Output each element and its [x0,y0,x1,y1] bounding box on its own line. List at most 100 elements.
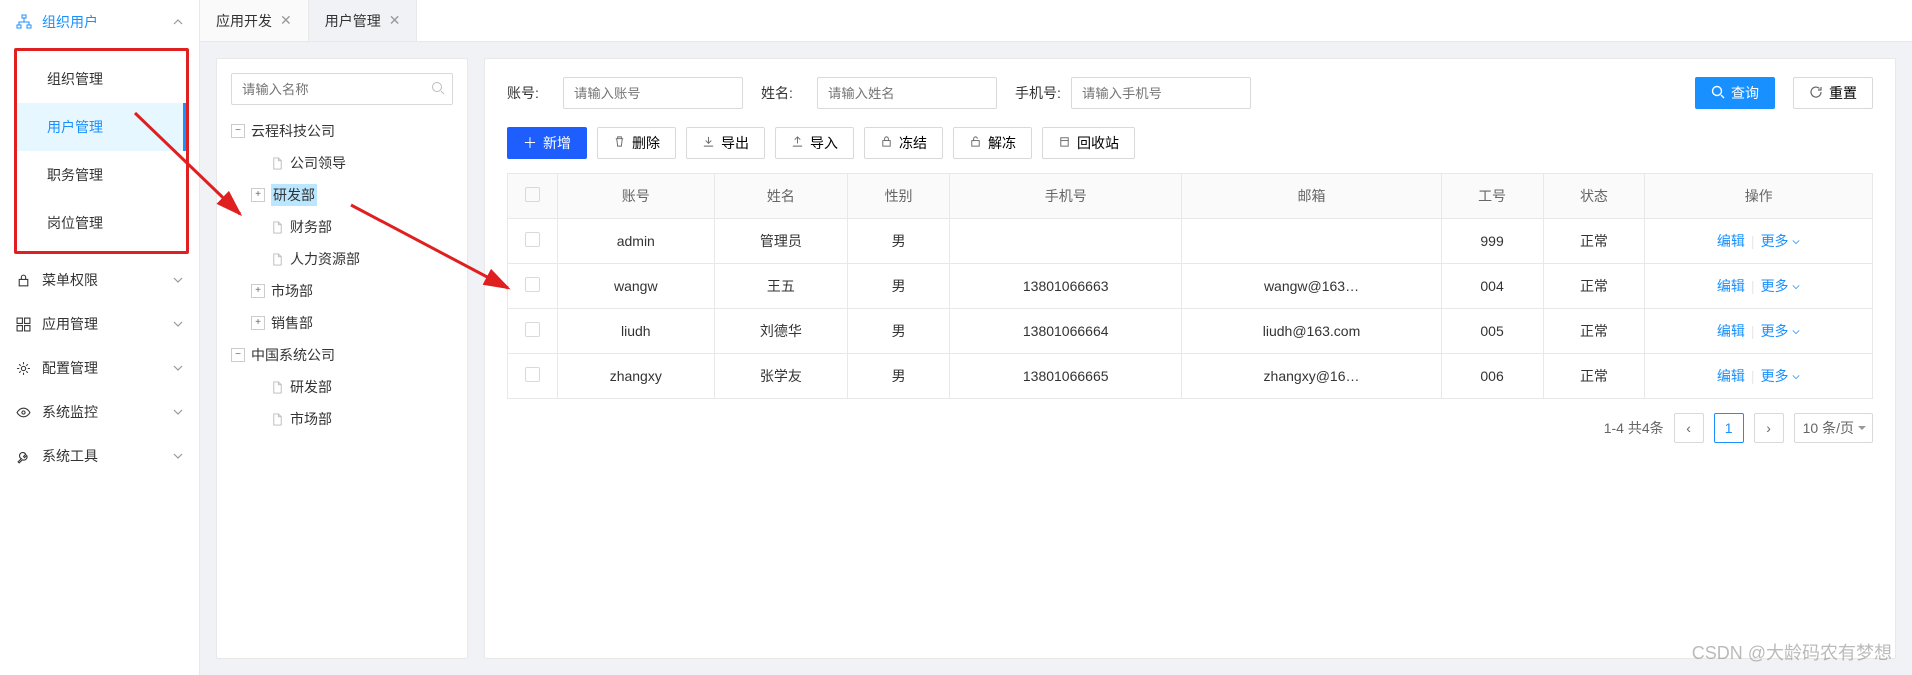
export-button[interactable]: 导出 [686,127,765,159]
filter-bar: 账号: 姓名: 手机号: 查询 [507,77,1873,109]
chevron-down-icon [173,404,183,420]
tree-node[interactable]: 公司领导 [251,147,453,179]
close-icon[interactable]: ✕ [389,12,401,29]
more-link[interactable]: 更多 [1761,278,1801,294]
filter-input-name[interactable] [817,77,997,109]
org-tree-panel: − 云程科技公司 公司领导+研发部财务部人力资源部+市场部+销售部 − 中国系统… [216,58,468,659]
user-list-panel: 账号: 姓名: 手机号: 查询 [484,58,1896,659]
chevron-down-icon [173,448,183,464]
sidebar-item-系统工具[interactable]: 系统工具 [0,434,199,478]
recycle-button[interactable]: 回收站 [1042,127,1135,159]
filter-label-account: 账号: [507,83,555,103]
table-row: liudh刘德华男13801066664liudh@163.com005正常编辑… [508,309,1873,354]
lock-icon [880,135,893,151]
org-icon [16,14,32,30]
page-number-button[interactable]: 1 [1714,413,1744,443]
edit-link[interactable]: 编辑 [1717,278,1745,294]
checkbox-all[interactable] [525,187,540,202]
user-table: 账号姓名性别手机号邮箱工号状态操作 admin管理员男999正常编辑|更多 wa… [507,173,1873,399]
tree-node-company1[interactable]: − 云程科技公司 [231,115,453,147]
filter-input-phone[interactable] [1071,77,1251,109]
menu-group-label: 组织用户 [42,12,98,32]
recycle-icon [1058,135,1071,151]
chevron-up-icon [173,14,183,30]
freeze-button[interactable]: 冻结 [864,127,943,159]
grid-icon [16,317,32,332]
edit-link[interactable]: 编辑 [1717,233,1745,249]
sidebar-item-position-mgmt[interactable]: 职务管理 [17,151,186,199]
chevron-down-icon [173,272,183,288]
sidebar-item-应用管理[interactable]: 应用管理 [0,302,199,346]
sidebar-item-系统监控[interactable]: 系统监控 [0,390,199,434]
table-header: 工号 [1441,174,1543,219]
tree-node[interactable]: +销售部 [251,307,453,339]
tree-node[interactable]: 人力资源部 [251,243,453,275]
search-button[interactable]: 查询 [1695,77,1775,109]
table-header: 账号 [558,174,715,219]
table-row: wangw王五男13801066663wangw@163…004正常编辑|更多 [508,264,1873,309]
sidebar-item-user-mgmt[interactable]: 用户管理 [17,103,186,151]
tree-search-input[interactable] [231,73,453,105]
file-icon [271,157,284,170]
expand-icon[interactable]: + [251,188,265,202]
expand-icon[interactable]: + [251,284,265,298]
table-row: admin管理员男999正常编辑|更多 [508,219,1873,264]
tree-node[interactable]: +市场部 [251,275,453,307]
page-size-select[interactable]: 10 条/页 [1794,413,1873,443]
sidebar-item-post-mgmt[interactable]: 岗位管理 [17,199,186,247]
file-icon [271,413,284,426]
collapse-icon[interactable]: − [231,348,245,362]
filter-input-account[interactable] [563,77,743,109]
eye-icon [16,405,32,420]
row-checkbox[interactable] [525,277,540,292]
expand-icon[interactable]: + [251,316,265,330]
more-link[interactable]: 更多 [1761,233,1801,249]
prev-page-button[interactable]: ‹ [1674,413,1704,443]
pagination: 1-4 共4条 ‹ 1 › 10 条/页 [507,413,1873,443]
upload-icon [791,135,804,151]
collapse-icon[interactable]: − [231,124,245,138]
tab-label: 应用开发 [216,11,272,31]
tree-node[interactable]: 研发部 [251,371,453,403]
main-area: 应用开发 ✕ 用户管理 ✕ − 云程科技公司 [200,0,1912,675]
tree-node-company2[interactable]: − 中国系统公司 [231,339,453,371]
table-row: zhangxy张学友男13801066665zhangxy@16…006正常编辑… [508,354,1873,399]
more-link[interactable]: 更多 [1761,368,1801,384]
table-header: 邮箱 [1182,174,1441,219]
table-header: 手机号 [950,174,1182,219]
import-button[interactable]: 导入 [775,127,854,159]
submenu-highlight-box: 组织管理 用户管理 职务管理 岗位管理 [14,48,189,254]
row-checkbox[interactable] [525,232,540,247]
tab-user-mgmt[interactable]: 用户管理 ✕ [309,0,418,41]
unfreeze-button[interactable]: 解冻 [953,127,1032,159]
close-icon[interactable]: ✕ [280,12,292,29]
delete-button[interactable]: 删除 [597,127,676,159]
table-header: 姓名 [714,174,848,219]
row-checkbox[interactable] [525,367,540,382]
search-icon[interactable] [431,81,445,98]
file-icon [271,253,284,266]
table-header: 操作 [1645,174,1873,219]
tree-node[interactable]: +研发部 [251,179,453,211]
org-tree: − 云程科技公司 公司领导+研发部财务部人力资源部+市场部+销售部 − 中国系统… [231,115,453,435]
menu-group-org-users[interactable]: 组织用户 [0,0,199,44]
plus-icon: ＋ [523,133,537,153]
next-page-button[interactable]: › [1754,413,1784,443]
row-checkbox[interactable] [525,322,540,337]
edit-link[interactable]: 编辑 [1717,368,1745,384]
sidebar-item-菜单权限[interactable]: 菜单权限 [0,258,199,302]
table-header: 状态 [1543,174,1645,219]
watermark: CSDN @大龄码农有梦想 [1692,639,1892,665]
tab-app-dev[interactable]: 应用开发 ✕ [200,0,309,41]
tree-node[interactable]: 财务部 [251,211,453,243]
sidebar: 组织用户 组织管理 用户管理 职务管理 岗位管理 菜单权限应用管理配置管理系统监… [0,0,200,675]
sidebar-item-org-mgmt[interactable]: 组织管理 [17,55,186,103]
tree-search [231,73,453,105]
more-link[interactable]: 更多 [1761,323,1801,339]
reset-button[interactable]: 重置 [1793,77,1873,109]
tree-node[interactable]: 市场部 [251,403,453,435]
edit-link[interactable]: 编辑 [1717,323,1745,339]
add-button[interactable]: ＋新增 [507,127,587,159]
table-header: 性别 [848,174,950,219]
sidebar-item-配置管理[interactable]: 配置管理 [0,346,199,390]
